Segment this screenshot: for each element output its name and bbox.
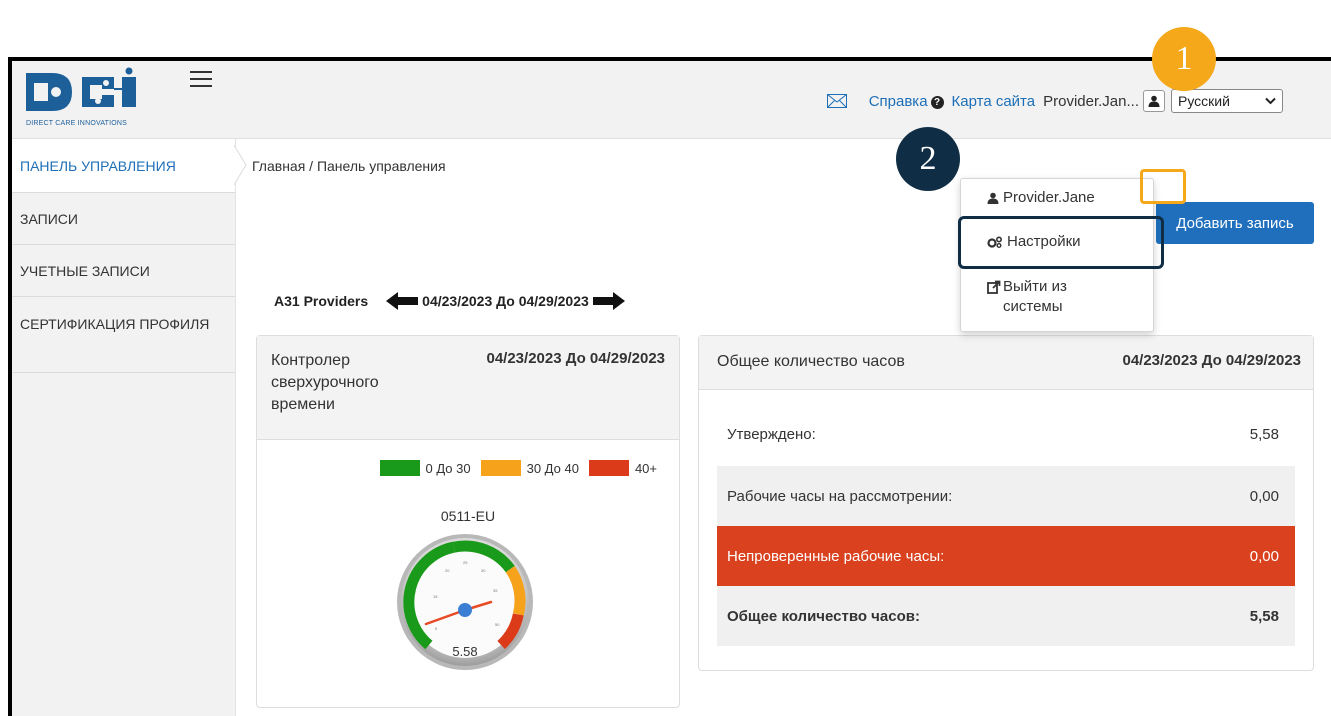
app-window: DIRECT CARE INNOVATIONS Справка? Карта с…	[8, 57, 1331, 716]
language-select[interactable]: Русский	[1171, 89, 1283, 113]
add-record-button[interactable]: Добавить запись	[1156, 202, 1314, 244]
overtime-legend: 0 До 30 30 До 40 40+	[379, 460, 657, 476]
question-icon: ?	[930, 95, 944, 109]
help-link[interactable]: Справка?	[869, 93, 944, 110]
logout-icon	[987, 280, 1001, 294]
arrow-left-icon[interactable]	[386, 292, 419, 310]
legend-swatch-green	[379, 460, 420, 476]
menu-item-logout-line2: системы	[1003, 298, 1063, 315]
logo-tagline: DIRECT CARE INNOVATIONS	[26, 120, 128, 127]
svg-text:25: 25	[463, 560, 468, 565]
user-icon	[987, 192, 999, 204]
svg-text:20: 20	[445, 568, 450, 573]
sidebar-item-records[interactable]: ЗАПИСИ	[12, 193, 235, 245]
hours-row-value: 5,58	[1249, 425, 1279, 443]
svg-text:15: 15	[433, 594, 438, 599]
callout-highlight-settings	[958, 216, 1164, 269]
hours-row-pending: Рабочие часы на рассмотрении: 0,00	[717, 466, 1295, 526]
menu-toggle-icon[interactable]	[190, 71, 212, 87]
sidebar-item-dashboard[interactable]: ПАНЕЛЬ УПРАВЛЕНИЯ	[12, 139, 235, 193]
legend-label: 0 До 30	[425, 460, 471, 476]
period-selector: A31 Providers 04/23/2023 До 04/29/2023	[274, 292, 629, 310]
total-hours-title: Общее количество часов	[717, 353, 905, 370]
overtime-card-date: 04/23/2023 До 04/29/2023	[486, 350, 665, 367]
arrow-right-icon[interactable]	[592, 292, 625, 310]
svg-text:35: 35	[493, 588, 498, 593]
dci-logo-mark	[22, 67, 158, 117]
hours-row-label: Общее количество часов:	[727, 607, 920, 625]
dci-logo[interactable]: DIRECT CARE INNOVATIONS	[22, 67, 162, 131]
hours-row-label: Рабочие часы на рассмотрении:	[727, 487, 953, 505]
hours-row-value: 0,00	[1249, 547, 1279, 565]
total-hours-card: Общее количество часов 04/23/2023 До 04/…	[698, 335, 1314, 671]
period-range: 04/23/2023 До 04/29/2023	[422, 293, 589, 309]
hours-row-value: 0,00	[1249, 487, 1279, 505]
sidebar-item-profile-certification[interactable]: СЕРТИФИКАЦИЯ ПРОФИЛЯ	[12, 297, 235, 373]
overtime-card-title: Контролер сверхурочного времени	[271, 352, 379, 413]
user-menu-button[interactable]	[1143, 90, 1165, 112]
chevron-down-icon	[1265, 97, 1276, 105]
menu-item-profile[interactable]: Provider.Jane	[987, 189, 1095, 206]
gauge-label: 0511-EU	[440, 508, 496, 524]
hours-row-label: Непроверенные рабочие часы:	[727, 547, 945, 565]
hours-row-unverified[interactable]: Непроверенные рабочие часы: 0,00	[717, 526, 1295, 586]
total-hours-header: Общее количество часов 04/23/2023 До 04/…	[699, 336, 1313, 390]
total-hours-date: 04/23/2023 До 04/29/2023	[1122, 352, 1301, 369]
provider-group: A31 Providers	[274, 293, 369, 309]
callout-badge-2: 2	[896, 127, 960, 191]
help-label: Справка	[868, 92, 928, 110]
sitemap-link[interactable]: Карта сайта	[952, 93, 1036, 110]
hours-row-value: 5,58	[1249, 607, 1279, 625]
callout-badge-1: 1	[1152, 27, 1216, 91]
svg-text:50: 50	[495, 622, 500, 627]
gauge-value: 5.58	[452, 644, 477, 659]
mail-icon[interactable]	[826, 94, 847, 108]
overtime-gauge: 51520 25303550 5.58	[397, 534, 533, 670]
sidebar: ПАНЕЛЬ УПРАВЛЕНИЯ ЗАПИСИ УЧЕТНЫЕ ЗАПИСИ …	[12, 139, 236, 716]
header-nav: Справка? Карта сайта Provider.Jan... Рус…	[826, 89, 1283, 113]
username-link[interactable]: Provider.Jan...	[1043, 93, 1139, 110]
menu-item-logout[interactable]: Выйти из системы	[987, 277, 1067, 317]
overtime-card-header: Контролер сверхурочного времени 04/23/20…	[257, 336, 679, 440]
hours-row-total: Общее количество часов: 5,58	[717, 586, 1295, 646]
hours-row-approved: Утверждено: 5,58	[717, 404, 1295, 464]
breadcrumb: Главная / Панель управления	[252, 158, 446, 174]
legend-label: 30 До 40	[526, 460, 579, 476]
legend-swatch-orange	[480, 460, 521, 476]
user-icon	[1148, 95, 1160, 107]
hours-row-label: Утверждено:	[727, 425, 816, 443]
legend-label: 40+	[634, 460, 657, 476]
sidebar-item-accounts[interactable]: УЧЕТНЫЕ ЗАПИСИ	[12, 245, 235, 297]
overtime-card: Контролер сверхурочного времени 04/23/20…	[256, 335, 680, 708]
active-caret	[234, 145, 247, 185]
top-bar: DIRECT CARE INNOVATIONS Справка? Карта с…	[12, 61, 1331, 139]
menu-item-profile-label: Provider.Jane	[1003, 189, 1095, 206]
svg-text:30: 30	[481, 568, 486, 573]
legend-swatch-red	[588, 460, 629, 476]
callout-highlight-user-button	[1140, 169, 1186, 204]
menu-item-logout-line1: Выйти из	[1003, 278, 1067, 295]
language-value: Русский	[1178, 93, 1230, 109]
